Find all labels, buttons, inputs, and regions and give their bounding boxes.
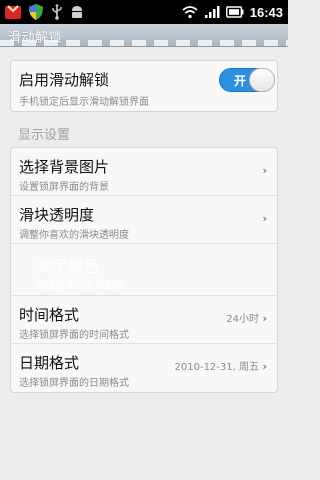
setting-slider-opacity[interactable]: 滑块透明度 调整你喜欢的滑块透明度 › xyxy=(11,196,277,244)
setting-time-format[interactable]: 时间格式 选择锁屏界面的时间格式 24小时 › xyxy=(11,296,277,344)
slide-unlock-row[interactable]: 启用滑动解锁 手机锁定后显示滑动解锁界面 开 xyxy=(11,61,277,111)
section-header-display: 显示设置 xyxy=(18,128,71,143)
slide-unlock-subtitle: 手机锁定后显示滑动解锁界面 xyxy=(19,97,149,108)
setting-value: 24小时 xyxy=(226,314,259,325)
android-debug-icon xyxy=(70,4,84,20)
setting-background-image[interactable]: 选择背景图片 设置锁屏界面的背景 › xyxy=(11,148,277,196)
chevron-right-icon: › xyxy=(262,212,267,225)
lock-app-icon xyxy=(4,3,22,21)
setting-subtitle: 选择锁屏界面的时间格式 xyxy=(19,330,129,341)
slide-unlock-toggle[interactable]: 开 xyxy=(219,68,275,92)
chevron-right-icon: › xyxy=(262,312,267,325)
setting-subtitle: 选择锁屏界面的日期格式 xyxy=(19,378,129,389)
wifi-icon xyxy=(182,5,198,19)
status-bar: 16:43 xyxy=(0,0,288,24)
toggle-knob xyxy=(249,68,275,92)
slide-unlock-title: 启用滑动解锁 xyxy=(19,71,110,89)
usb-icon xyxy=(50,4,64,20)
setting-text-color: 文字颜色 根据选择的文字颜色 xyxy=(11,244,277,296)
setting-title: 选择背景图片 xyxy=(19,158,110,176)
setting-date-format[interactable]: 日期格式 选择锁屏界面的日期格式 2010-12-31, 周五 › xyxy=(11,344,277,392)
signal-icon xyxy=(204,5,220,19)
setting-title: 时间格式 xyxy=(19,306,80,324)
battery-icon xyxy=(225,6,244,18)
chevron-right-icon: › xyxy=(262,360,267,373)
toggle-on-label: 开 xyxy=(234,74,247,88)
setting-title: 滑块透明度 xyxy=(19,206,95,224)
slide-unlock-card: 启用滑动解锁 手机锁定后显示滑动解锁界面 开 xyxy=(10,60,278,112)
setting-value: 2010-12-31, 周五 xyxy=(174,362,259,373)
chevron-right-icon: › xyxy=(262,164,267,177)
setting-subtitle: 根据选择的文字颜色 xyxy=(35,281,125,292)
title-bar: 滑动解锁 xyxy=(0,24,288,47)
setting-title: 日期格式 xyxy=(19,354,80,372)
shield-icon xyxy=(28,3,44,21)
setting-title: 文字颜色 xyxy=(35,257,100,276)
display-settings-card: 选择背景图片 设置锁屏界面的背景 › 滑块透明度 调整你喜欢的滑块透明度 › 文… xyxy=(10,147,278,393)
status-clock: 16:43 xyxy=(249,4,283,20)
setting-subtitle: 设置锁屏界面的背景 xyxy=(19,182,109,193)
setting-subtitle: 调整你喜欢的滑块透明度 xyxy=(19,230,129,241)
title-decoration xyxy=(0,40,288,46)
